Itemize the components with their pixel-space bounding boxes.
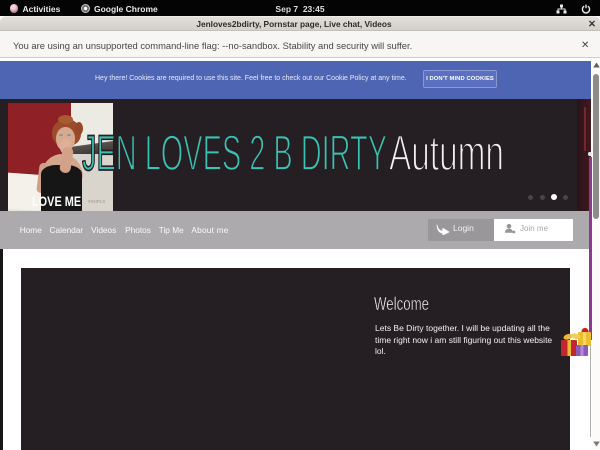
svg-text:JEN LOVES 2 B DIRTY: JEN LOVES 2 B DIRTY — [82, 125, 387, 181]
svg-text:Autumn: Autumn — [389, 125, 504, 181]
svg-text:Welcome: Welcome — [374, 294, 429, 314]
